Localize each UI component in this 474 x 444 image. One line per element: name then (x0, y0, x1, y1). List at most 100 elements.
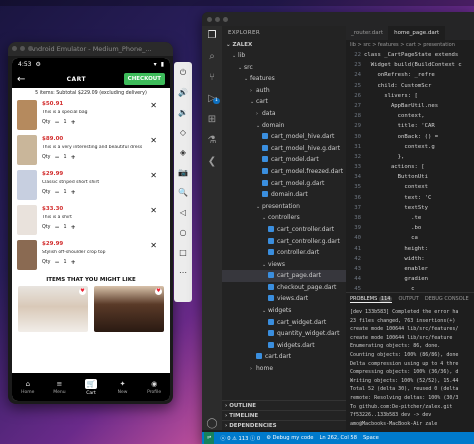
minimize-window-button[interactable] (215, 16, 220, 22)
code-line[interactable]: enabler (364, 264, 474, 274)
tab-output[interactable]: OUTPUT (398, 296, 418, 302)
tree-file[interactable]: views.dart (222, 293, 346, 305)
increase-quantity-button[interactable]: + (71, 119, 76, 126)
cursor-position[interactable]: Ln 262, Col 58 (320, 435, 358, 441)
code-line[interactable]: slivers: [ (364, 91, 474, 101)
zoom-window-button[interactable] (28, 46, 33, 51)
tree-file[interactable]: checkout_page.dart (222, 282, 346, 294)
tree-file[interactable]: cart_controller.g.dart (222, 236, 346, 248)
cart-item[interactable]: $29.99 Stylish off-shoulder crop top Qty… (17, 239, 165, 273)
remove-item-icon[interactable]: ✕ (150, 136, 157, 145)
tree-file[interactable]: cart_widget.dart (222, 317, 346, 329)
nav-item-cart[interactable]: 🛒 Cart (75, 373, 107, 401)
code-line[interactable]: gradien (364, 274, 474, 284)
code-line[interactable]: context (364, 182, 474, 192)
product-image[interactable] (17, 170, 37, 200)
product-image[interactable] (17, 100, 37, 130)
code-line[interactable]: textSty (364, 203, 474, 213)
code-line[interactable]: height: (364, 244, 474, 254)
tree-folder[interactable]: ⌄ presentation (222, 201, 346, 213)
favorite-icon[interactable]: ♥ (79, 288, 86, 295)
breadcrumb[interactable]: lib > src > features > cart > presentati… (346, 40, 474, 50)
increase-quantity-button[interactable]: + (71, 224, 76, 231)
favorite-icon[interactable]: ♥ (155, 288, 162, 295)
code-line[interactable]: child: CustomScr (364, 81, 474, 91)
tree-folder[interactable]: ⌄ widgets (222, 305, 346, 317)
code-line[interactable]: .bo (364, 223, 474, 233)
run-debug-icon[interactable]: ▷ 1 (208, 93, 220, 105)
section-outline[interactable]: › OUTLINE (222, 400, 346, 410)
code-line[interactable]: ButtonUti (364, 172, 474, 182)
product-image[interactable] (17, 240, 37, 270)
tree-file[interactable]: quantity_widget.dart (222, 328, 346, 340)
tree-folder[interactable]: ⌄ lib (222, 50, 346, 62)
remove-item-icon[interactable]: ✕ (150, 101, 157, 110)
tab-debug-console[interactable]: DEBUG CONSOLE (425, 296, 469, 302)
extensions-icon[interactable]: ⊞ (208, 114, 216, 126)
zoom-icon[interactable]: 🔍 (178, 188, 188, 198)
tree-file[interactable]: cart.dart (222, 351, 346, 363)
tab-problems[interactable]: PROBLEMS 114 (350, 295, 393, 303)
tree-folder[interactable]: › data (222, 108, 346, 120)
indentation-status[interactable]: Space (363, 435, 379, 441)
code-lines[interactable]: class _CartPageState extends Widget buil… (364, 50, 474, 292)
remove-item-icon[interactable]: ✕ (150, 241, 157, 250)
workspace-root[interactable]: ⌄ ZALEX (222, 40, 346, 50)
close-window-button[interactable] (207, 16, 212, 22)
remote-indicator-icon[interactable]: ⇌ (204, 432, 215, 444)
increase-quantity-button[interactable]: + (71, 154, 76, 161)
code-line[interactable]: .te (364, 213, 474, 223)
code-view[interactable]: 22 23 24 25 26 27 28 29 30 31 32 33 34 35 36 37 38 39 40 41… (346, 50, 474, 292)
tree-folder[interactable]: › home (222, 363, 346, 375)
volume-up-icon[interactable]: 🔊 (178, 88, 188, 98)
rotate-right-icon[interactable]: ◈ (180, 148, 186, 158)
increase-quantity-button[interactable]: + (71, 259, 76, 266)
cart-item[interactable]: $89.00 This is a very interesting and be… (17, 134, 165, 168)
tree-folder[interactable]: ⌄ views (222, 259, 346, 271)
testing-icon[interactable]: ⚗ (208, 135, 217, 147)
decrease-quantity-button[interactable]: − (55, 259, 60, 266)
cart-item[interactable]: $50.91 This is a special bag Qty − 1 + ✕ (17, 99, 165, 133)
flutter-icon[interactable]: ❮ (208, 156, 216, 168)
nav-item-new[interactable]: ✦ New (107, 373, 139, 401)
code-line[interactable]: onRefresh: _refre (364, 70, 474, 80)
code-line[interactable]: }, (364, 152, 474, 162)
increase-quantity-button[interactable]: + (71, 189, 76, 196)
tree-file[interactable]: cart_model_hive.g.dart (222, 143, 346, 155)
home-icon[interactable]: ○ (180, 228, 187, 238)
terminal-output[interactable]: [dev 133b583] Completed the error ha 23 … (346, 305, 474, 430)
remove-item-icon[interactable]: ✕ (150, 206, 157, 215)
code-line[interactable]: context.g (364, 142, 474, 152)
back-arrow-icon[interactable]: ← (17, 74, 29, 85)
section-dependencies[interactable]: › DEPENDENCIES (222, 420, 346, 430)
tree-folder[interactable]: ⌄ domain (222, 120, 346, 132)
tree-file[interactable]: widgets.dart (222, 340, 346, 352)
tree-folder[interactable]: ⌄ features (222, 73, 346, 85)
recommendation-card[interactable]: ♥ (18, 286, 88, 332)
tree-file[interactable]: cart_model_hive.dart (222, 131, 346, 143)
nav-item-home[interactable]: ⌂ Home (12, 373, 44, 401)
section-timeline[interactable]: › TIMELINE (222, 410, 346, 420)
tree-folder[interactable]: ⌄ controllers (222, 212, 346, 224)
power-icon[interactable]: ⏻ (180, 68, 186, 78)
nav-item-menu[interactable]: ≡ Menu (44, 373, 76, 401)
decrease-quantity-button[interactable]: − (55, 189, 60, 196)
editor-tab[interactable]: home_page.dart (389, 26, 446, 40)
code-line[interactable]: AppBarUtil.nes (364, 101, 474, 111)
tree-folder[interactable]: ⌄ cart (222, 96, 346, 108)
product-image[interactable] (17, 135, 37, 165)
problems-status[interactable]: ⓧ 0 ⚠ 113 ⓘ 0 (220, 435, 260, 442)
recommendation-card[interactable]: ♥ (94, 286, 164, 332)
cart-item[interactable]: $29.99 Classic striped short shirt Qty −… (17, 169, 165, 203)
nav-item-profile[interactable]: ◉ Profile (138, 373, 170, 401)
code-line[interactable]: class _CartPageState extends (364, 50, 474, 60)
debug-status[interactable]: ⚙ Debug my code (266, 435, 313, 441)
tree-folder[interactable]: ⌄ src (222, 62, 346, 74)
close-window-button[interactable] (12, 46, 17, 51)
rotate-left-icon[interactable]: ◇ (180, 128, 186, 138)
decrease-quantity-button[interactable]: − (55, 154, 60, 161)
source-control-icon[interactable]: ⑂ (209, 72, 215, 84)
tree-folder[interactable]: › auth (222, 85, 346, 97)
decrease-quantity-button[interactable]: − (55, 119, 60, 126)
more-icon[interactable]: ⋯ (179, 268, 187, 278)
